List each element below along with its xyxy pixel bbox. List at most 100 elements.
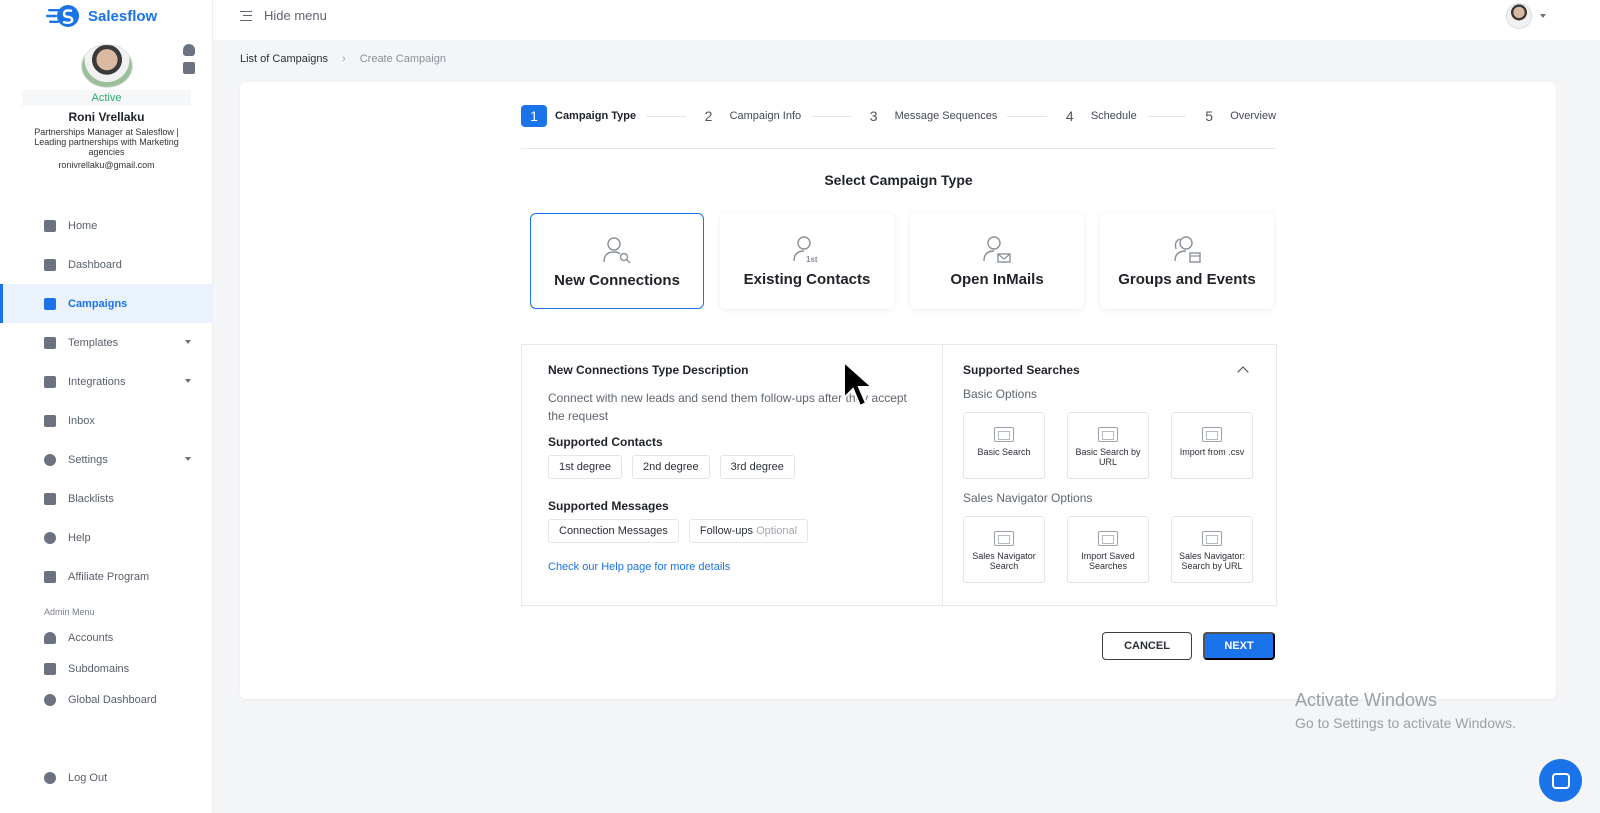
sidebar-item-templates[interactable]: Templates xyxy=(0,323,213,362)
step-campaign-info[interactable]: 2 Campaign Info xyxy=(696,105,801,127)
sidebar-item-subdomains[interactable]: Subdomains xyxy=(0,653,213,684)
salesflow-logo-icon xyxy=(46,5,79,27)
chevron-down-icon xyxy=(185,379,191,383)
watermark-title: Activate Windows xyxy=(1295,690,1438,710)
step-number: 3 xyxy=(869,108,878,124)
menu-icon xyxy=(240,10,252,21)
sidebar-item-label: Inbox xyxy=(68,414,95,427)
search-option-tile: Sales Navigator Search xyxy=(963,516,1045,583)
watermark-subtitle: Go to Settings to activate Windows. xyxy=(1295,715,1516,731)
help-icon xyxy=(44,531,56,544)
sidebar-item-affiliate[interactable]: Affiliate Program xyxy=(0,557,213,596)
search-option-tile: Import Saved Searches xyxy=(1067,516,1149,583)
contact-degree-chip: 2nd degree xyxy=(631,455,710,479)
chevron-down-icon xyxy=(185,457,191,461)
logo[interactable]: Salesflow xyxy=(46,4,157,28)
step-schedule[interactable]: 4 Schedule xyxy=(1057,105,1137,127)
sidebar-item-integrations[interactable]: Integrations xyxy=(0,362,213,401)
step-campaign-type[interactable]: 1 Campaign Type xyxy=(521,105,636,127)
contact-card-icon[interactable] xyxy=(183,62,195,74)
breadcrumb: List of Campaigns › Create Campaign xyxy=(240,53,446,65)
topbar: Hide menu xyxy=(213,0,1600,40)
next-button[interactable]: NEXT xyxy=(1203,632,1275,660)
contact-degree-chip: 3rd degree xyxy=(719,455,795,479)
sidebar-item-logout[interactable]: Log Out xyxy=(0,758,213,797)
search-option-tile: Basic Search xyxy=(963,412,1045,479)
cancel-button[interactable]: CANCEL xyxy=(1102,632,1192,660)
step-connector xyxy=(1007,115,1047,117)
search-option-tile: Import from .csv xyxy=(1171,412,1253,479)
help-page-link[interactable]: Check our Help page for more details xyxy=(548,561,918,573)
breadcrumb-parent-link[interactable]: List of Campaigns xyxy=(240,53,328,65)
sidebar-item-settings[interactable]: Settings xyxy=(0,440,213,479)
sidebar-item-accounts[interactable]: Accounts xyxy=(0,622,213,653)
supported-searches: Supported Searches Basic Options Basic S… xyxy=(963,363,1253,583)
campaign-type-label: Existing Contacts xyxy=(743,271,871,288)
campaign-type-open-inmails[interactable]: Open InMails xyxy=(910,213,1084,309)
sales-navigator-options-label: Sales Navigator Options xyxy=(963,491,1093,505)
campaign-type-groups-events[interactable]: Groups and Events xyxy=(1100,213,1274,309)
inbox-icon xyxy=(44,414,56,427)
hide-menu-button[interactable]: Hide menu xyxy=(240,8,327,23)
step-message-sequences[interactable]: 3 Message Sequences xyxy=(861,105,998,127)
integration-icon xyxy=(44,375,56,388)
affiliate-icon xyxy=(44,570,56,583)
sidebar-item-help[interactable]: Help xyxy=(0,518,213,557)
chat-support-button[interactable] xyxy=(1539,759,1582,802)
step-connector xyxy=(1146,115,1187,117)
sidebar-item-label: Templates xyxy=(68,336,119,349)
chevron-up-icon[interactable] xyxy=(1237,366,1249,378)
sidebar-item-global-dashboard[interactable]: Global Dashboard xyxy=(0,684,213,715)
sidebar-item-label: Blacklists xyxy=(68,492,114,505)
step-connector xyxy=(811,115,851,117)
crm-window-icon xyxy=(1202,531,1222,546)
basic-options-label: Basic Options xyxy=(963,387,1038,401)
user-avatar-button[interactable] xyxy=(1506,3,1532,29)
search-option-label: Import from .csv xyxy=(1179,447,1245,457)
hide-menu-label: Hide menu xyxy=(264,8,327,23)
chat-icon xyxy=(1551,772,1570,789)
logout-section: Log Out xyxy=(0,758,213,797)
divider xyxy=(942,345,943,605)
sidebar-item-dashboard[interactable]: Dashboard xyxy=(0,245,213,284)
avatar[interactable] xyxy=(80,44,133,88)
sidebar-item-label: Help xyxy=(68,531,91,544)
breadcrumb-separator: › xyxy=(342,53,346,65)
sidebar-item-label: Home xyxy=(68,219,98,232)
message-type-chip: Connection Messages xyxy=(548,519,679,543)
step-label: Overview xyxy=(1230,110,1277,122)
sidebar-item-label: Affiliate Program xyxy=(68,570,150,583)
profile-title: Partnerships Manager at Salesflow | Lead… xyxy=(34,127,179,157)
status-badge: Active xyxy=(22,90,191,106)
profile-name: Roni Vrellaku xyxy=(68,110,145,124)
section-title: Select Campaign Type xyxy=(824,172,973,188)
campaign-type-existing-contacts[interactable]: 1st Existing Contacts xyxy=(720,213,894,309)
supported-searches-header[interactable]: Supported Searches xyxy=(963,363,1253,378)
sidebar-item-campaigns[interactable]: Campaigns xyxy=(0,284,213,323)
step-overview[interactable]: 5 Overview xyxy=(1196,105,1276,127)
sidebar-item-home[interactable]: Home xyxy=(0,206,213,245)
switch-user-icon[interactable] xyxy=(183,44,195,56)
sidebar-nav: Home Dashboard Campaigns Templates Integ… xyxy=(0,206,213,596)
profile-actions xyxy=(183,44,195,74)
gear-icon xyxy=(44,453,56,466)
campaign-type-new-connections[interactable]: New Connections xyxy=(530,213,704,309)
campaign-type-label: Open InMails xyxy=(950,271,1044,288)
sales-navigator-options: Sales Navigator Search Import Saved Sear… xyxy=(963,516,1253,583)
campaign-stepper: 1 Campaign Type 2 Campaign Info 3 Message S… xyxy=(521,105,1276,127)
sidebar-item-blacklists[interactable]: Blacklists xyxy=(0,479,213,518)
chevron-down-icon[interactable] xyxy=(1540,14,1546,18)
campaign-type-label: Groups and Events xyxy=(1118,271,1256,288)
user-1st-icon: 1st xyxy=(793,236,818,263)
grid-icon xyxy=(44,297,56,310)
admin-menu-label: Admin Menu xyxy=(44,607,95,617)
sidebar: Salesflow Active Roni Vrellaku Partnersh… xyxy=(0,0,213,813)
saved-search-icon xyxy=(1098,531,1118,546)
navigator-window-icon xyxy=(994,531,1014,546)
step-number: 2 xyxy=(704,108,713,124)
campaign-type-details: New Connections Type Description Connect… xyxy=(521,344,1277,606)
sidebar-item-inbox[interactable]: Inbox xyxy=(0,401,213,440)
campaign-type-label: New Connections xyxy=(554,272,680,289)
group-event-icon xyxy=(1174,236,1201,263)
user-icon xyxy=(44,631,56,644)
